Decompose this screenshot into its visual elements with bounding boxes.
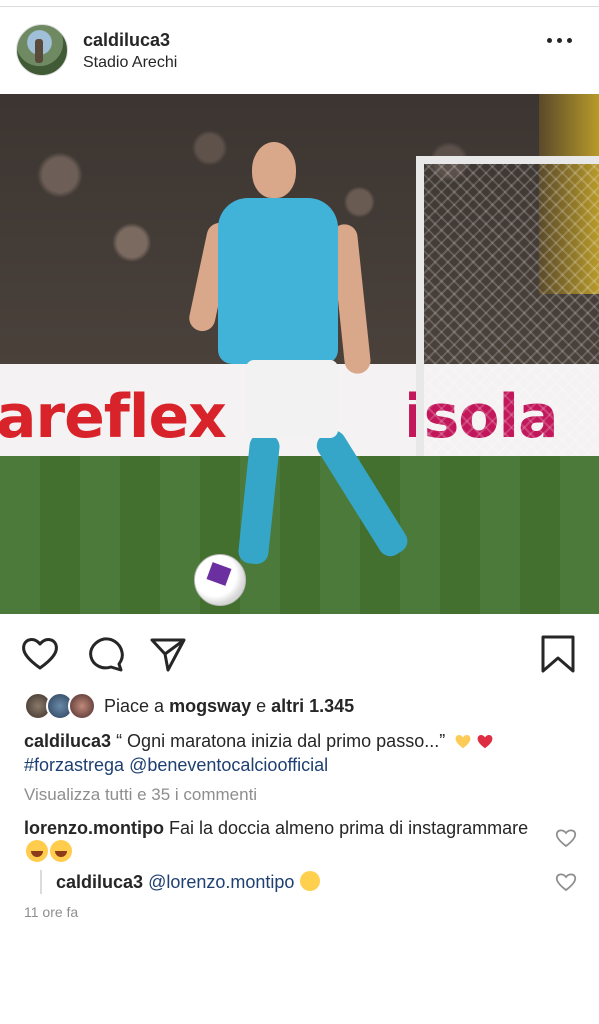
yellow-heart-icon bbox=[455, 735, 471, 749]
caption-text: “ Ogni maratona inizia dal primo passo..… bbox=[116, 731, 451, 751]
liker-avatar[interactable] bbox=[68, 692, 96, 720]
reply-username[interactable]: caldiluca3 bbox=[56, 872, 143, 892]
red-heart-icon bbox=[477, 735, 493, 749]
reply-like-heart-icon[interactable] bbox=[555, 872, 577, 892]
likes-count[interactable]: altri 1.345 bbox=[271, 696, 354, 716]
comment-username[interactable]: lorenzo.montipo bbox=[24, 818, 164, 838]
photo-goal bbox=[416, 156, 599, 456]
heart-icon[interactable] bbox=[20, 634, 60, 674]
caption-mention[interactable]: @beneventocalcioofficial bbox=[129, 755, 328, 775]
reply-mention[interactable]: @lorenzo.montipo bbox=[148, 872, 294, 892]
comment: lorenzo.montipo Fai la doccia almeno pri… bbox=[24, 816, 544, 864]
post-username[interactable]: caldiluca3 bbox=[83, 30, 170, 51]
chick-emoji-icon bbox=[300, 871, 321, 891]
comment-icon[interactable] bbox=[86, 634, 126, 674]
caption-username[interactable]: caldiluca3 bbox=[24, 731, 111, 751]
more-icon[interactable] bbox=[547, 36, 573, 44]
view-all-comments[interactable]: Visualizza tutti e 35 i commenti bbox=[24, 785, 257, 805]
comment-text: Fai la doccia almeno prima di instagramm… bbox=[169, 818, 529, 838]
post-header: caldiluca3 Stadio Arechi bbox=[0, 18, 599, 82]
likes-row: Piace a mogsway e altri 1.345 bbox=[24, 692, 584, 722]
bookmark-icon[interactable] bbox=[538, 634, 578, 674]
photo-player bbox=[186, 138, 420, 608]
laughing-emoji-icon bbox=[26, 840, 48, 862]
likes-text[interactable]: Piace a mogsway e altri 1.345 bbox=[104, 696, 354, 717]
laughing-emoji-icon bbox=[50, 840, 72, 862]
reply-indent-bar bbox=[40, 870, 42, 894]
comment-like-heart-icon[interactable] bbox=[555, 828, 577, 848]
liker-username[interactable]: mogsway bbox=[169, 696, 251, 716]
caption-hashtag[interactable]: #forzastrega bbox=[24, 755, 124, 775]
post-photo[interactable]: areflex isola bbox=[0, 94, 599, 614]
post-caption: caldiluca3 “ Ogni maratona inizia dal pr… bbox=[24, 729, 584, 777]
comment-reply: caldiluca3 @lorenzo.montipo bbox=[56, 870, 576, 894]
post-location[interactable]: Stadio Arechi bbox=[83, 54, 177, 72]
photo-ball bbox=[194, 554, 246, 606]
action-bar bbox=[0, 630, 599, 674]
share-icon[interactable] bbox=[148, 634, 188, 674]
post-timestamp: 11 ore fa bbox=[24, 904, 79, 920]
top-divider bbox=[0, 6, 599, 7]
avatar[interactable] bbox=[16, 24, 68, 76]
